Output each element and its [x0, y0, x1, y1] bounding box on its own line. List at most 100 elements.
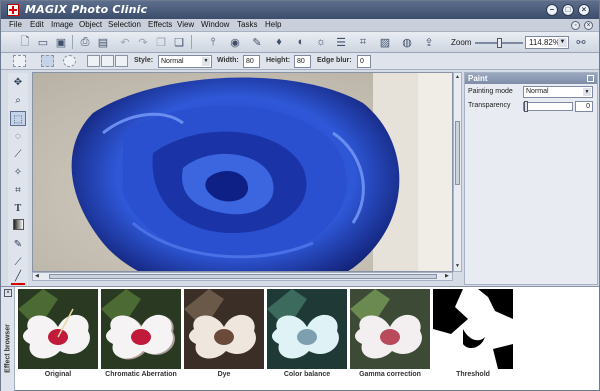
zoom-icon[interactable]: ⌕ — [10, 93, 26, 108]
levels-icon[interactable]: ⫯ — [205, 34, 221, 50]
list-icon[interactable]: ☰ — [333, 34, 349, 50]
style-dropdown[interactable]: Normal ▼ — [158, 55, 212, 68]
menu-object[interactable]: Object — [79, 20, 102, 29]
effect-thumbnail-original[interactable]: Original — [18, 289, 98, 389]
pipette-icon[interactable]: ⟋ — [10, 255, 26, 270]
magic-wand-icon[interactable]: ✧ — [10, 165, 26, 180]
menu-file[interactable]: File — [9, 20, 22, 29]
brush-tool-icon[interactable]: ⟋ — [10, 147, 26, 162]
menu-edit[interactable]: Edit — [30, 20, 44, 29]
zoom-slider-thumb[interactable] — [497, 38, 502, 48]
blue-rose-photo — [33, 73, 452, 271]
scroll-left-arrow[interactable]: ◀ — [35, 273, 39, 279]
paint-panel-title: Paint — [468, 74, 488, 83]
print-icon[interactable]: ⎙ — [77, 34, 93, 50]
horizontal-scrollbar[interactable]: ◀ ▶ — [32, 272, 453, 281]
menu-help[interactable]: Help — [265, 20, 281, 29]
transparency-label: Transparency — [468, 102, 511, 109]
vertical-scrollbar[interactable]: ▲ ▼ — [453, 72, 462, 272]
width-input[interactable]: 80 — [243, 55, 260, 68]
style-value: Normal — [161, 58, 184, 65]
export-icon[interactable]: ⇪ — [421, 34, 437, 50]
text-tool-icon[interactable]: T — [10, 201, 26, 216]
scroll-down-arrow[interactable]: ▼ — [455, 263, 460, 269]
lasso-icon[interactable]: ◌ — [10, 129, 26, 144]
move-icon[interactable]: ✥ — [10, 75, 26, 90]
gradient-icon[interactable] — [10, 219, 26, 234]
effect-thumbnail-chromatic-aberration[interactable]: Chromatic Aberration — [101, 289, 181, 389]
effect-preview-image — [433, 289, 513, 369]
title-bar: MAGIX Photo Clinic – □ × — [1, 1, 599, 19]
pencil-icon[interactable]: ✎ — [10, 237, 26, 252]
binoculars-icon[interactable]: ⚯ — [573, 34, 589, 50]
close-icon[interactable]: × — [4, 289, 12, 297]
crop-tool-icon[interactable]: ⌗ — [10, 183, 26, 198]
toolbar-separator — [72, 35, 73, 49]
sun-icon[interactable]: ☼ — [313, 34, 329, 50]
image-icon[interactable]: ▨ — [377, 34, 393, 50]
painting-mode-dropdown[interactable]: Normal ▼ — [523, 86, 593, 98]
menu-image[interactable]: Image — [51, 20, 73, 29]
eye-icon[interactable]: ◉ — [227, 34, 243, 50]
scroll-right-arrow[interactable]: ▶ — [445, 273, 449, 279]
effect-thumbnail-gamma-correction[interactable]: Gamma correction — [350, 289, 430, 389]
transparency-slider-thumb[interactable] — [524, 101, 528, 112]
mdi-restore-button[interactable]: ◦ — [571, 21, 580, 30]
color-picker-icon[interactable]: ╱ — [10, 269, 26, 284]
effect-label: Threshold — [456, 371, 490, 378]
copy-icon[interactable]: ❐ — [153, 34, 169, 50]
vertical-scroll-thumb[interactable] — [455, 121, 460, 185]
chevron-down-icon[interactable]: ▼ — [583, 88, 591, 96]
painting-mode-value: Normal — [526, 88, 549, 95]
contrast-icon[interactable]: ◐ — [293, 34, 309, 50]
brush-icon[interactable]: ✎ — [249, 34, 265, 50]
menu-view[interactable]: View — [177, 20, 194, 29]
redo-icon[interactable]: ↷ — [135, 34, 151, 50]
rect-select-active-icon[interactable] — [41, 55, 54, 67]
panel-minimize-icon[interactable] — [587, 75, 594, 82]
open-folder-icon[interactable]: ▭ — [35, 34, 51, 50]
edge-blur-input[interactable]: 0 — [357, 55, 371, 68]
effect-thumbnail-threshold[interactable]: Threshold — [433, 289, 513, 389]
save-icon[interactable]: ▣ — [53, 34, 69, 50]
zoom-dropdown[interactable]: 114.82% ▼ — [525, 36, 569, 49]
maximize-button[interactable]: □ — [562, 4, 574, 16]
horizontal-scroll-thumb[interactable] — [49, 274, 437, 279]
paste-icon[interactable]: ❏ — [171, 34, 187, 50]
foreground-color-swatch[interactable] — [11, 283, 25, 285]
transparency-input[interactable]: 0 — [575, 101, 593, 112]
chevron-down-icon[interactable]: ▼ — [558, 38, 567, 47]
globe-icon[interactable]: ◍ — [399, 34, 415, 50]
menu-selection[interactable]: Selection — [108, 20, 141, 29]
effect-label: Color balance — [283, 371, 331, 378]
rect-select-icon[interactable]: ⬚ — [10, 111, 26, 126]
transparency-slider[interactable] — [523, 101, 573, 112]
subtract-selection-icon[interactable] — [115, 55, 128, 67]
effect-label: Chromatic Aberration — [105, 371, 177, 378]
menu-window[interactable]: Window — [201, 20, 229, 29]
effect-preview-image — [350, 289, 430, 369]
scroll-up-arrow[interactable]: ▲ — [455, 74, 460, 80]
effect-thumbnail-dye[interactable]: Dye — [184, 289, 264, 389]
new-file-icon[interactable]: 🗋 — [17, 34, 33, 50]
effect-preview-image — [18, 289, 98, 369]
scan-icon[interactable]: ▤ — [95, 34, 111, 50]
effect-thumbnail-color-balance[interactable]: Color balance — [267, 289, 347, 389]
drop-icon[interactable]: ♦ — [271, 34, 287, 50]
crop-icon[interactable]: ⌗ — [355, 34, 371, 50]
zoom-slider[interactable] — [475, 38, 523, 48]
menu-effects[interactable]: Effects — [148, 20, 172, 29]
options-bar: Style: Normal ▼ Width: 80 Height: 80 Edg… — [1, 53, 599, 70]
height-input[interactable]: 80 — [294, 55, 311, 68]
ellipse-select-icon[interactable] — [63, 55, 76, 67]
rect-select-mode-icon[interactable] — [13, 55, 26, 67]
image-canvas[interactable] — [32, 72, 453, 272]
menu-tasks[interactable]: Tasks — [237, 20, 257, 29]
mdi-close-button[interactable]: × — [584, 21, 593, 30]
new-selection-icon[interactable] — [87, 55, 100, 67]
add-selection-icon[interactable] — [101, 55, 114, 67]
minimize-button[interactable]: – — [546, 4, 558, 16]
close-button[interactable]: × — [578, 4, 590, 16]
chevron-down-icon[interactable]: ▼ — [202, 57, 210, 66]
undo-icon[interactable]: ↶ — [117, 34, 133, 50]
